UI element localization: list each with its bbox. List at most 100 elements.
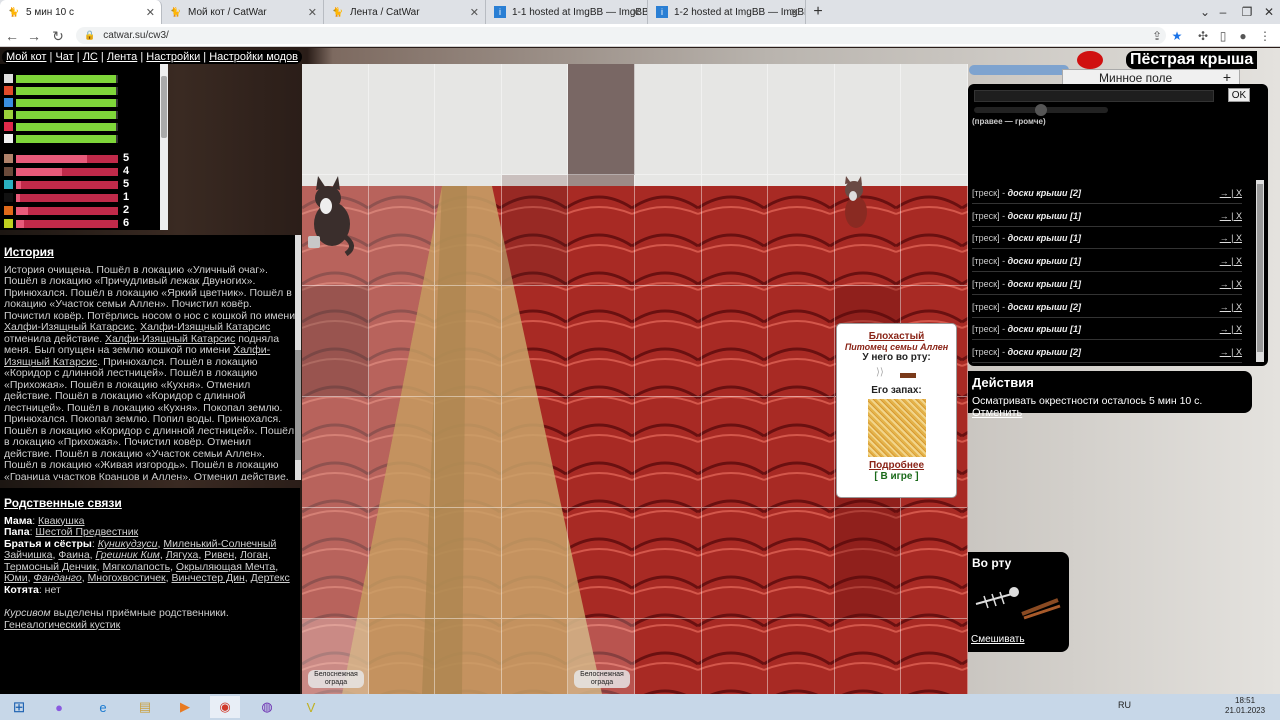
cancel-action-link[interactable]: Отменить xyxy=(972,407,1022,419)
grid-cell[interactable] xyxy=(302,397,369,508)
grid-cell[interactable] xyxy=(768,64,835,175)
grid-cell[interactable] xyxy=(635,619,702,694)
message-actions[interactable]: → | X xyxy=(1220,296,1242,318)
app-v-icon[interactable]: V xyxy=(296,696,326,718)
grid-cell[interactable] xyxy=(701,508,769,619)
tab-my-cat[interactable]: 🐈 Мой кот / CatWar ✕ xyxy=(162,0,324,24)
grid-cell[interactable] xyxy=(568,175,635,286)
minefield-add-icon[interactable]: + xyxy=(1223,69,1231,85)
grid-cell[interactable] xyxy=(501,64,569,175)
grid-cell[interactable] xyxy=(768,508,835,619)
grid-cell[interactable] xyxy=(302,64,369,175)
tab-imgbb-2[interactable]: i 1-2 hosted at ImgBB — ImgBB ✕ xyxy=(648,0,806,24)
minimize-icon[interactable]: – xyxy=(1210,0,1236,24)
sibling-link[interactable]: Куникудзуси xyxy=(98,538,158,550)
sibling-link[interactable]: Ривен xyxy=(204,549,234,561)
tab-close-icon[interactable]: ✕ xyxy=(790,6,799,19)
language-indicator[interactable]: RU xyxy=(1118,700,1131,710)
chat-input[interactable] xyxy=(974,90,1214,102)
volume-slider[interactable] xyxy=(974,104,1108,116)
message-actions[interactable]: → | X xyxy=(1220,205,1242,227)
edge-icon[interactable]: e xyxy=(88,696,118,718)
grid-cell[interactable] xyxy=(501,397,569,508)
grid-cell[interactable] xyxy=(701,397,769,508)
grid-cell[interactable] xyxy=(901,64,968,175)
sibling-link[interactable]: Винчестер Дин xyxy=(172,572,245,584)
grid-cell[interactable] xyxy=(768,397,835,508)
grid-cell[interactable] xyxy=(435,64,502,175)
grid-cell[interactable] xyxy=(835,619,902,694)
grid-cell[interactable] xyxy=(435,619,502,694)
grid-cell[interactable] xyxy=(635,508,702,619)
sibling-link[interactable]: Термосный Денчик xyxy=(4,561,97,573)
grid-cell[interactable] xyxy=(302,286,369,397)
sibling-link[interactable]: Логан xyxy=(240,549,268,561)
sibling-link[interactable]: Многохвостичек xyxy=(88,572,166,584)
fence-exit[interactable]: Белоснежная ограда xyxy=(308,670,364,688)
message-actions[interactable]: → | X xyxy=(1220,250,1242,272)
nav-chat[interactable]: Чат xyxy=(55,51,73,63)
grid-cell[interactable] xyxy=(435,286,502,397)
volume-knob[interactable] xyxy=(1035,104,1047,116)
clock[interactable]: 18:51 21.01.2023 xyxy=(1225,696,1265,716)
scroll-thumb[interactable] xyxy=(161,76,167,138)
cat-name-link[interactable]: Блохастый xyxy=(840,331,953,342)
new-tab-button[interactable]: + xyxy=(808,2,828,22)
grid-cell[interactable] xyxy=(701,286,769,397)
grid-cell[interactable] xyxy=(568,508,635,619)
grid-cell[interactable] xyxy=(834,508,902,619)
grid-cell[interactable] xyxy=(302,508,369,619)
grid-cell[interactable] xyxy=(501,286,569,397)
bookmark-star-icon[interactable]: ★ xyxy=(1168,27,1186,45)
nav-feed[interactable]: Лента xyxy=(107,51,137,63)
history-scrollbar[interactable] xyxy=(295,235,301,480)
grid-cell[interactable] xyxy=(701,175,769,286)
extensions-puzzle-icon[interactable]: ✣ xyxy=(1194,27,1212,45)
grid-cell[interactable] xyxy=(501,175,569,286)
tab-active[interactable]: 🐈 5 мин 10 с ✕ xyxy=(0,0,162,24)
grid-cell[interactable] xyxy=(834,64,902,175)
sibling-link[interactable]: Окрыляющая Мечта xyxy=(176,561,275,573)
grid-cell[interactable] xyxy=(501,508,569,619)
grid-cell[interactable] xyxy=(635,64,702,175)
fish-bone-icon[interactable] xyxy=(975,587,1019,609)
cat-link[interactable]: Халфи-Изящный Катарсис xyxy=(105,333,235,345)
sibling-link[interactable]: Фанданго xyxy=(33,572,81,584)
media-player-icon[interactable]: ▶ xyxy=(170,696,200,718)
tab-feed[interactable]: 🐈 Лента / CatWar ✕ xyxy=(324,0,486,24)
father-link[interactable]: Шестой Предвестник xyxy=(35,526,138,538)
chat-scrollbar[interactable] xyxy=(1256,180,1264,362)
nav-settings[interactable]: Настройки xyxy=(146,51,200,63)
grid-cell[interactable] xyxy=(435,508,502,619)
grid-cell[interactable] xyxy=(635,175,702,286)
grid-cell[interactable] xyxy=(768,619,835,694)
nav-mod-settings[interactable]: Настройки модов xyxy=(209,51,298,63)
sibling-link[interactable]: Фаина xyxy=(58,549,89,561)
grid-cell[interactable] xyxy=(368,175,436,286)
message-actions[interactable]: → | X xyxy=(1220,318,1242,340)
scroll-thumb[interactable] xyxy=(1257,184,1263,352)
message-actions[interactable]: → | X xyxy=(1220,182,1242,204)
chrome-icon[interactable]: ◉ xyxy=(210,696,240,718)
grid-cell[interactable] xyxy=(368,508,436,619)
scroll-thumb[interactable] xyxy=(295,350,301,460)
tab-close-icon[interactable]: ✕ xyxy=(470,6,479,19)
grid-cell[interactable] xyxy=(701,64,769,175)
grid-cell[interactable] xyxy=(901,508,968,619)
grid-cell[interactable] xyxy=(368,286,436,397)
menu-dots-icon[interactable]: ⋮ xyxy=(1256,27,1274,45)
nav-pm[interactable]: ЛС xyxy=(83,51,98,63)
cat-link[interactable]: Халфи-Изящный Катарсис xyxy=(140,321,270,333)
grid-cell[interactable] xyxy=(368,64,436,175)
tab-imgbb-1[interactable]: i 1-1 hosted at ImgBB — ImgBB ✕ xyxy=(486,0,648,24)
grid-cell[interactable] xyxy=(901,619,968,694)
sibling-link[interactable]: Лягуха xyxy=(166,549,199,561)
nav-my-cat[interactable]: Мой кот xyxy=(6,51,46,63)
family-tree-link[interactable]: Генеалогический кустик xyxy=(4,619,120,631)
tab-close-icon[interactable]: ✕ xyxy=(632,6,641,19)
grid-cell[interactable] xyxy=(368,397,436,508)
reload-icon[interactable]: ↻ xyxy=(48,26,68,46)
alice-icon[interactable]: ● xyxy=(44,696,74,718)
player-cat[interactable] xyxy=(304,176,358,257)
grid-cell[interactable] xyxy=(435,397,502,508)
